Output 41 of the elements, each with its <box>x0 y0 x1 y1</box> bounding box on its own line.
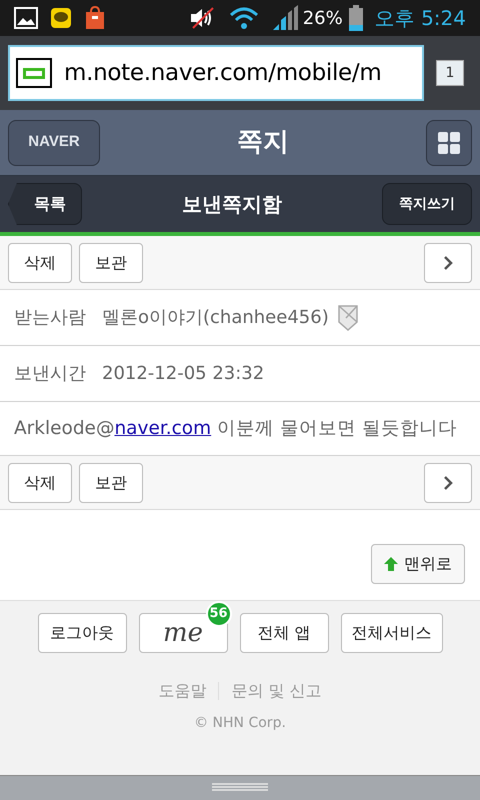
field-label: 받는사람 <box>14 306 86 330</box>
page-icon <box>16 58 52 88</box>
next-button[interactable] <box>424 242 472 282</box>
footer-button[interactable]: 로그아웃 <box>38 613 126 653</box>
chevron-right-icon <box>443 474 453 490</box>
chevron-right-icon <box>443 254 453 270</box>
address-field[interactable]: m.note.naver.com/mobile/m <box>8 45 424 101</box>
tabs-button[interactable]: 1 <box>436 60 464 86</box>
field-value: 2012-12-05 23:32 <box>102 362 264 386</box>
toolbar-button[interactable]: 보관 <box>79 462 143 502</box>
wifi-icon <box>228 6 259 30</box>
email-link[interactable]: naver.com <box>114 418 212 439</box>
clock: 오후 5:24 <box>374 5 466 32</box>
naver-logo-button[interactable]: NAVER <box>8 120 100 166</box>
toolbar-button[interactable]: 보관 <box>79 242 143 282</box>
copyright: © NHN Corp. <box>194 714 286 733</box>
back-button[interactable]: 목록 <box>8 183 82 225</box>
toolbar-button[interactable]: 삭제 <box>8 462 72 502</box>
url-text: m.note.naver.com/mobile/m <box>64 58 382 88</box>
battery-icon <box>348 5 363 31</box>
field-label: 보낸시간 <box>14 362 86 386</box>
signal-icon <box>270 5 299 31</box>
compose-button[interactable]: 쪽지쓰기 <box>382 183 472 225</box>
arrow-up-icon <box>384 557 398 571</box>
handle-icon <box>212 783 268 793</box>
shopping-bag-icon <box>84 6 106 30</box>
menu-button[interactable] <box>426 120 472 166</box>
footer-button[interactable]: 전체서비스 <box>340 613 442 653</box>
notification-badge: 56 <box>206 601 232 627</box>
envelope-icon <box>336 304 359 332</box>
battery-percent: 26% <box>302 6 343 30</box>
next-button[interactable] <box>424 462 472 502</box>
image-icon <box>14 7 38 29</box>
back-to-top-button[interactable]: 맨위로 <box>371 544 465 584</box>
field-value: 멜론o이야기(chanhee456) <box>102 306 329 330</box>
grid-icon <box>438 132 460 154</box>
page-title: 쪽지 <box>236 126 290 159</box>
toolbar-button[interactable]: 삭제 <box>8 242 72 282</box>
section-title: 보낸쪽지함 <box>181 191 283 218</box>
footer-button[interactable]: 전체 앱 <box>240 613 328 653</box>
chat-app-icon <box>50 7 72 29</box>
